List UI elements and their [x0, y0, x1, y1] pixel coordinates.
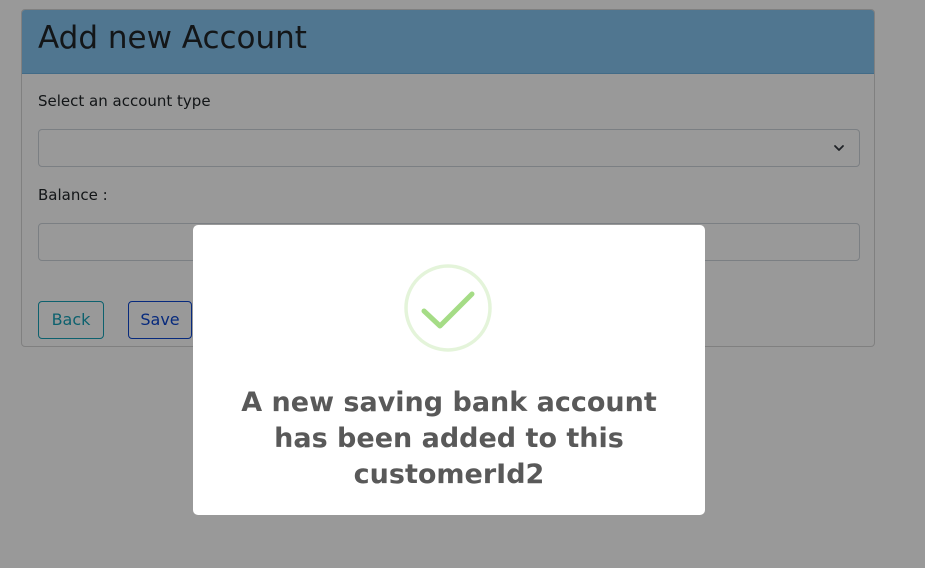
- success-check-icon: [404, 264, 492, 352]
- modal-message: A new saving bank account has been added…: [241, 387, 657, 490]
- page: Add new Account Select an account type B…: [0, 0, 925, 568]
- success-modal: A new saving bank account has been added…: [193, 225, 705, 515]
